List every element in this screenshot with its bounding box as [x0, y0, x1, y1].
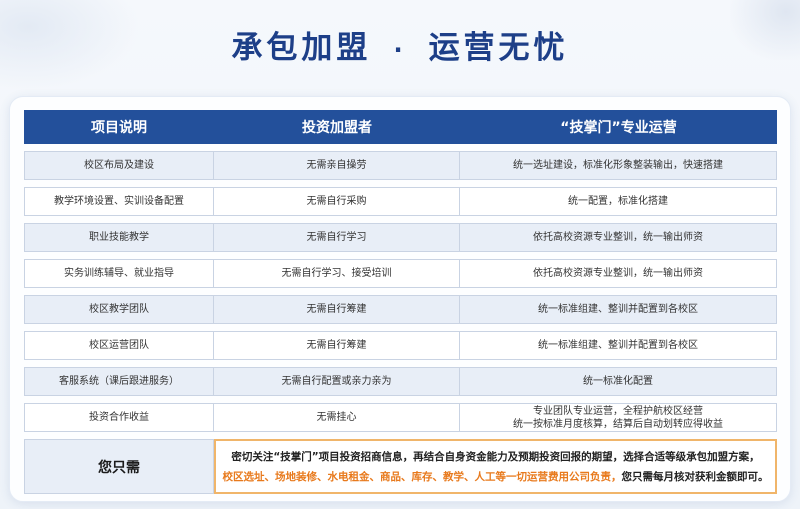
row-operator: 统一标准组建、整训并配置到各校区 [460, 295, 777, 324]
row-item: 教学环境设置、实训设备配置 [24, 187, 214, 216]
row-operator: 专业团队专业运营，全程护航校区经营 统一按标准月度核算，结算后自动划转应得收益 [460, 403, 777, 432]
row-item: 职业技能教学 [24, 223, 214, 252]
footer-line-1: 密切关注“技掌门”项目投资招商信息，再结合自身资金能力及预期投资回报的期望，选择… [231, 450, 760, 463]
table-header: 项目说明 投资加盟者 “技掌门”专业运营 [24, 110, 777, 144]
column-header-investor: 投资加盟者 [302, 120, 372, 136]
row-item: 校区运营团队 [24, 331, 214, 360]
row-item: 校区教学团队 [24, 295, 214, 324]
table-row: 客服系统（课后跟进服务） 无需自行配置或亲力亲为 统一标准化配置 [24, 367, 777, 396]
title-separator: · [393, 35, 407, 64]
row-operator: 统一标准化配置 [460, 367, 777, 396]
footer-line-2: 校区选址、场地装修、水电租金、商品、库存、教学、人工等一切运营费用公司负责，您只… [223, 467, 769, 487]
row-operator: 统一标准组建、整训并配置到各校区 [460, 331, 777, 360]
row-operator-line: 统一按标准月度核算，结算后自动划转应得收益 [513, 418, 723, 430]
row-investor: 无需自行学习 [214, 223, 460, 252]
row-operator: 依托高校资源专业整训，统一输出师资 [460, 259, 777, 288]
row-investor: 无需亲自操劳 [214, 151, 460, 180]
row-investor: 无需自行采购 [214, 187, 460, 216]
row-operator: 统一选址建设，标准化形象整装输出，快速搭建 [460, 151, 777, 180]
row-investor: 无需挂心 [214, 403, 460, 432]
row-investor: 无需自行配置或亲力亲为 [214, 367, 460, 396]
table-row: 校区运营团队 无需自行筹建 统一标准组建、整训并配置到各校区 [24, 331, 777, 360]
table-row: 教学环境设置、实训设备配置 无需自行采购 统一配置，标准化搭建 [24, 187, 777, 216]
row-item: 投资合作收益 [24, 403, 214, 432]
table-row: 投资合作收益 无需挂心 专业团队专业运营，全程护航校区经营 统一按标准月度核算，… [24, 403, 777, 432]
footer-line-2-rest: 您只需每月核对获利金额即可。 [621, 470, 769, 483]
table-row: 校区布局及建设 无需亲自操劳 统一选址建设，标准化形象整装输出，快速搭建 [24, 151, 777, 180]
table-row: 校区教学团队 无需自行筹建 统一标准组建、整训并配置到各校区 [24, 295, 777, 324]
comparison-table: 项目说明 投资加盟者 “技掌门”专业运营 校区布局及建设 无需亲自操劳 统一选址… [24, 110, 777, 494]
row-operator-line: 专业团队专业运营，全程护航校区经营 [533, 405, 703, 417]
row-investor: 无需自行学习、接受培训 [214, 259, 460, 288]
page-title: 承包加盟 · 运营无忧 [0, 22, 800, 67]
column-header-operator: “技掌门”专业运营 [560, 120, 677, 136]
footer-row: 您只需 密切关注“技掌门”项目投资招商信息，再结合自身资金能力及预期投资回报的期… [24, 439, 777, 494]
row-investor: 无需自行筹建 [214, 331, 460, 360]
row-operator: 统一配置，标准化搭建 [460, 187, 777, 216]
footer-label: 您只需 [24, 439, 214, 494]
footer-highlight: 校区选址、场地装修、水电租金、商品、库存、教学、人工等一切运营费用公司负责， [222, 470, 622, 483]
footer-description: 密切关注“技掌门”项目投资招商信息，再结合自身资金能力及预期投资回报的期望，选择… [214, 439, 777, 494]
table-row: 实务训练辅导、就业指导 无需自行学习、接受培训 依托高校资源专业整训，统一输出师… [24, 259, 777, 288]
row-item: 客服系统（课后跟进服务） [24, 367, 214, 396]
row-item: 实务训练辅导、就业指导 [24, 259, 214, 288]
column-header-item: 项目说明 [91, 120, 147, 136]
title-left: 承包加盟 [231, 30, 372, 66]
table-row: 职业技能教学 无需自行学习 依托高校资源专业整训，统一输出师资 [24, 223, 777, 252]
row-item: 校区布局及建设 [24, 151, 214, 180]
row-operator: 依托高校资源专业整训，统一输出师资 [460, 223, 777, 252]
title-right: 运营无忧 [428, 30, 569, 66]
row-investor: 无需自行筹建 [214, 295, 460, 324]
